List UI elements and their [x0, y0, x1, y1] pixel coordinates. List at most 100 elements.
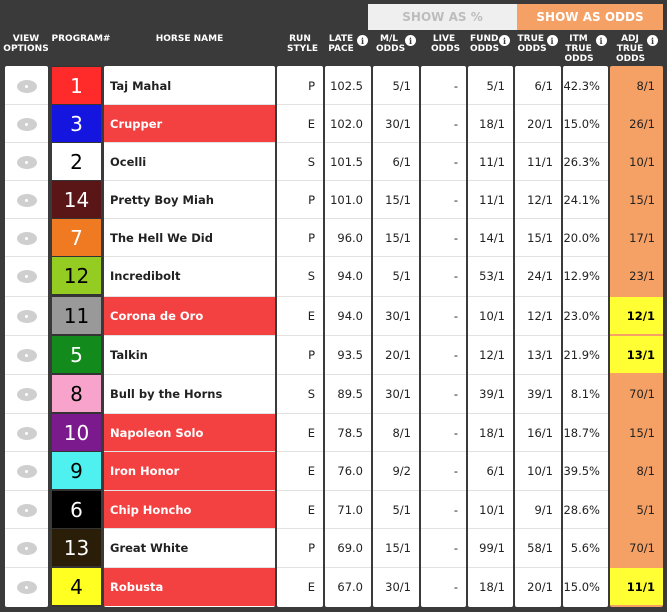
view-option-cell[interactable]	[5, 219, 48, 257]
row-divider	[104, 104, 275, 105]
live-odds-cell: -	[453, 348, 458, 362]
view-option-cell[interactable]	[5, 181, 48, 219]
row-divider	[563, 180, 608, 181]
row-divider	[373, 256, 419, 257]
row-divider	[421, 256, 466, 257]
view-option-cell[interactable]	[5, 257, 48, 295]
info-icon[interactable]: i	[405, 35, 416, 46]
run-style-cell: P	[308, 231, 315, 245]
itm-true-odds-cell: 20.0%	[563, 231, 600, 245]
adj-true-odds-cell: 8/1	[636, 78, 655, 93]
row-divider	[421, 374, 466, 375]
row-divider	[515, 567, 561, 568]
show-as-percent-toggle[interactable]: SHOW AS %	[368, 4, 517, 30]
row-divider	[468, 104, 513, 105]
horse-name-cell: Pretty Boy Miah	[110, 193, 214, 207]
run-style-cell: E	[307, 503, 315, 517]
view-option-cell[interactable]	[5, 529, 48, 567]
show-as-odds-toggle[interactable]: SHOW AS ODDS	[517, 4, 663, 30]
live-odds-cell: -	[453, 503, 458, 517]
view-option-cell[interactable]	[5, 67, 48, 105]
ml-odds-cell: 8/1	[392, 426, 411, 440]
eye-icon[interactable]	[16, 309, 37, 323]
live-odds-cell: -	[453, 541, 458, 555]
view-option-cell[interactable]	[5, 143, 48, 181]
view-option-cell[interactable]	[5, 375, 48, 413]
horse-name-column: Taj Mahal Crupper Ocelli Pretty Boy Miah The…	[104, 66, 275, 607]
row-divider	[468, 528, 513, 529]
eye-icon[interactable]	[16, 426, 37, 440]
eye-icon[interactable]	[16, 231, 37, 245]
info-icon[interactable]: i	[595, 35, 607, 46]
adj-true-odds-cell: 5/1	[636, 502, 655, 517]
eye-icon[interactable]	[16, 117, 37, 131]
view-options-column	[5, 66, 48, 607]
eye-icon[interactable]	[16, 269, 37, 283]
header-horse-name: HORSE NAME	[155, 34, 224, 44]
row-divider	[104, 528, 275, 529]
row-divider	[104, 180, 275, 181]
horse-name-cell: Robusta	[104, 568, 275, 606]
eye-icon[interactable]	[16, 79, 37, 93]
view-option-cell[interactable]	[5, 414, 48, 452]
eye-icon[interactable]	[16, 193, 37, 207]
true-odds-cell: 13/1	[527, 348, 553, 362]
eye-icon[interactable]	[16, 580, 37, 594]
late-pace-cell: 101.5	[330, 155, 363, 169]
row-divider	[277, 490, 323, 491]
header-ml-odds: M/L ODDS i	[373, 34, 419, 66]
row-divider	[563, 104, 608, 105]
row-divider	[421, 142, 466, 143]
row-divider	[5, 218, 48, 219]
row-divider	[468, 413, 513, 414]
row-divider	[468, 374, 513, 375]
info-icon[interactable]: i	[546, 35, 558, 46]
adj-true-odds-cell: 17/1	[629, 230, 655, 245]
row-divider	[515, 218, 561, 219]
view-option-cell[interactable]	[5, 105, 48, 143]
eye-icon[interactable]	[16, 464, 37, 478]
info-icon[interactable]: i	[647, 35, 658, 46]
eye-icon[interactable]	[16, 348, 37, 362]
view-option-cell[interactable]	[5, 452, 48, 490]
ml-odds-cell: 30/1	[385, 580, 411, 594]
row-divider	[515, 490, 561, 491]
view-option-cell[interactable]	[5, 491, 48, 529]
view-option-cell[interactable]	[5, 568, 48, 606]
view-option-cell[interactable]	[5, 336, 48, 374]
row-divider	[468, 490, 513, 491]
row-divider	[373, 374, 419, 375]
row-divider	[325, 104, 371, 105]
eye-icon[interactable]	[16, 541, 37, 555]
eye-icon[interactable]	[16, 155, 37, 169]
itm-true-odds-cell: 21.9%	[563, 348, 600, 362]
row-divider	[277, 528, 323, 529]
info-icon[interactable]: i	[357, 35, 368, 46]
program-number-cell: 13	[52, 529, 101, 566]
row-divider	[468, 335, 513, 336]
fund-odds-cell: 18/1	[479, 426, 505, 440]
true-odds-cell: 16/1	[527, 426, 553, 440]
adj-true-odds-cell: 12/1	[610, 297, 663, 334]
row-divider	[421, 296, 466, 297]
row-divider	[373, 528, 419, 529]
run-style-cell: E	[307, 464, 315, 478]
program-number-cell: 1	[52, 67, 101, 104]
info-icon[interactable]: i	[499, 35, 510, 46]
ml-odds-cell: 30/1	[385, 309, 411, 323]
row-divider	[104, 374, 275, 375]
fund-odds-cell: 14/1	[479, 231, 505, 245]
view-option-cell[interactable]	[5, 297, 48, 335]
ml-odds-cell: 5/1	[392, 503, 411, 517]
eye-icon[interactable]	[16, 503, 37, 517]
late-pace-cell: 76.0	[337, 464, 363, 478]
row-divider	[325, 451, 371, 452]
eye-icon[interactable]	[16, 387, 37, 401]
row-divider	[563, 413, 608, 414]
row-divider	[515, 374, 561, 375]
row-divider	[468, 142, 513, 143]
live-odds-cell: -	[453, 387, 458, 401]
itm-true-odds-column: 42.3% 15.0% 26.3% 24.1% 20.0% 12.9% 23.0% 21.9%…	[563, 66, 608, 607]
ml-odds-cell: 15/1	[385, 193, 411, 207]
run-style-cell: P	[308, 348, 315, 362]
